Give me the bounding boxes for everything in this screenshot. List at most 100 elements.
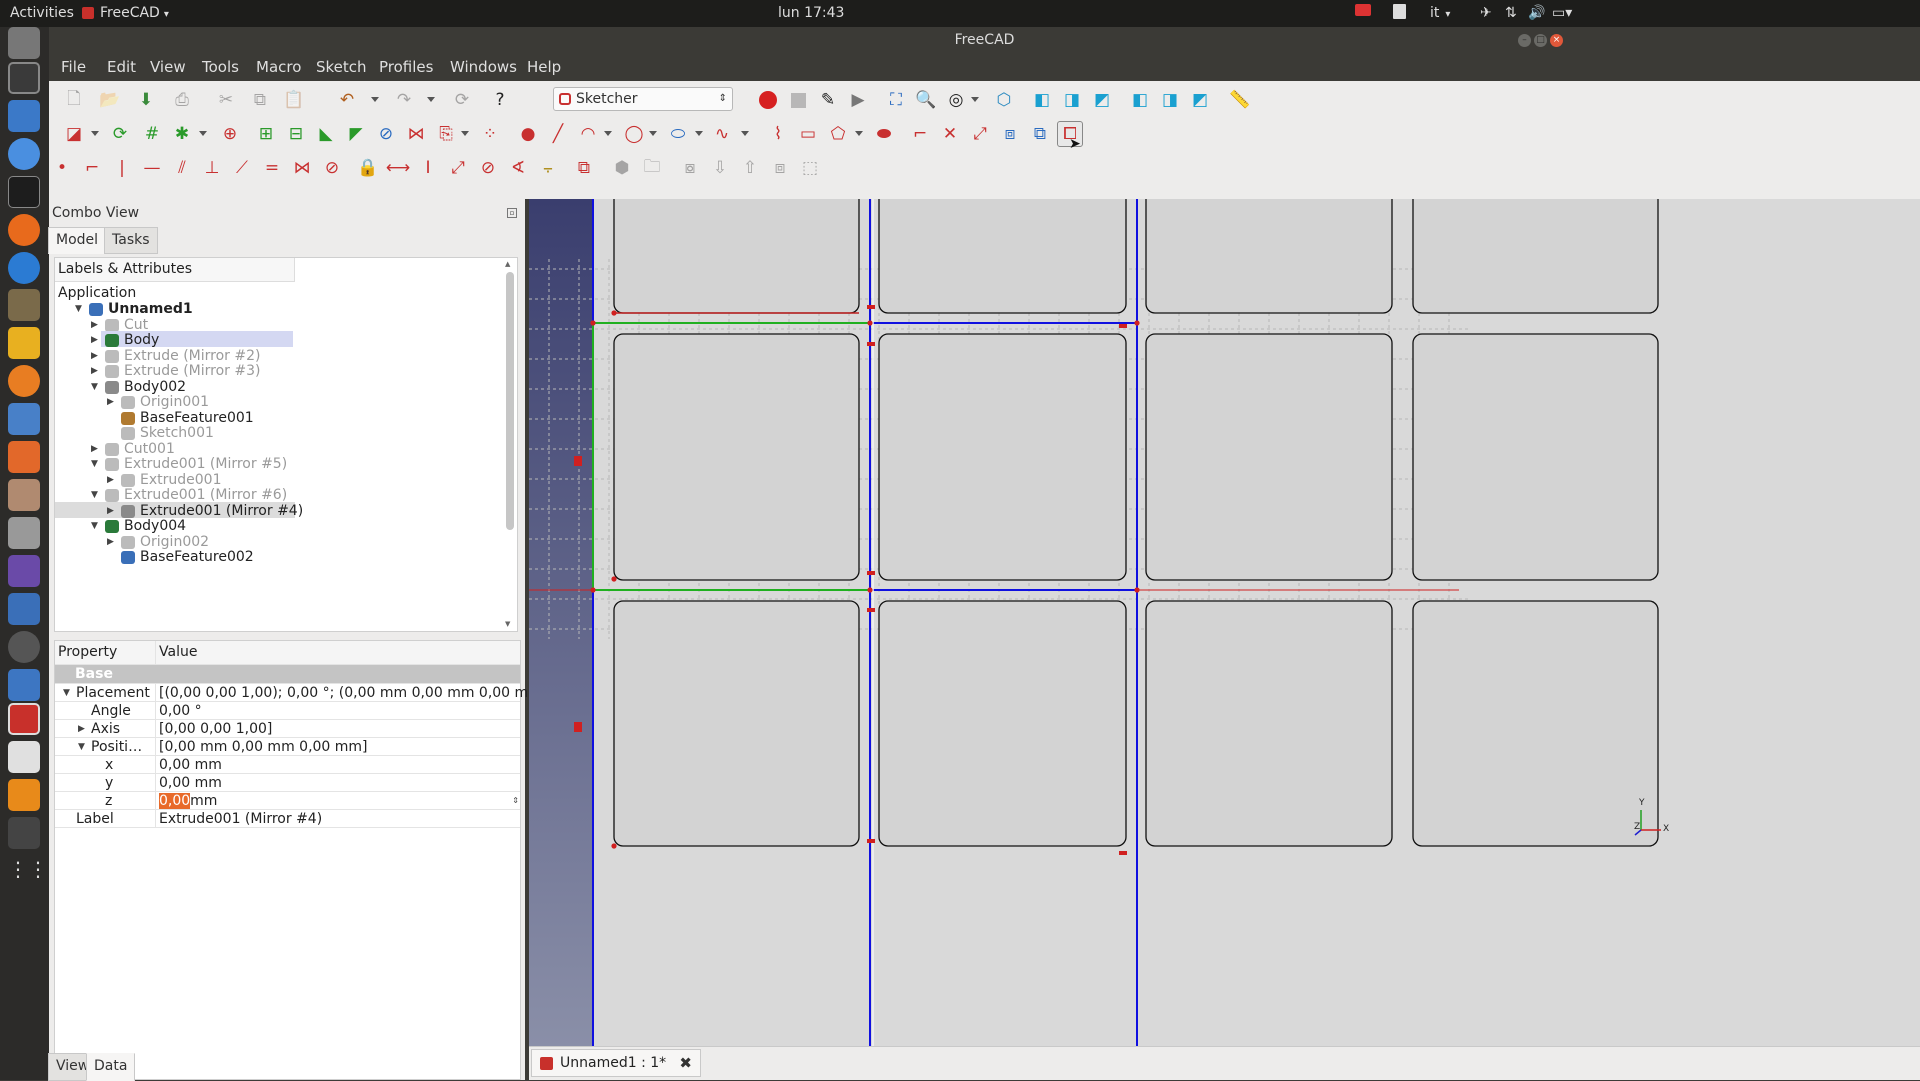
property-value[interactable]: [(0,00 0,00 1,00); 0,00 °; (0,00 mm 0,00… bbox=[159, 684, 553, 702]
extend-icon[interactable]: ⤢ bbox=[967, 121, 993, 147]
battery-icon[interactable]: ▭▾ bbox=[1552, 5, 1572, 21]
volume-icon[interactable]: 🔊 bbox=[1528, 5, 1545, 21]
draw-style-icon[interactable]: ◎ bbox=[943, 87, 969, 113]
sketch-canvas[interactable] bbox=[529, 199, 1920, 1046]
constrain-vertical-icon[interactable]: | bbox=[109, 155, 135, 181]
airplane-mode-icon[interactable]: ✈ bbox=[1480, 5, 1492, 21]
property-row[interactable]: x 0,00 mm bbox=[55, 756, 520, 774]
expand-closed-icon[interactable]: ▶ bbox=[78, 720, 85, 738]
draw-style-dropdown-icon[interactable] bbox=[971, 97, 979, 102]
whats-this-icon[interactable]: ? bbox=[487, 87, 513, 113]
toggle-driving-icon[interactable]: ⧉ bbox=[571, 155, 597, 181]
print-icon[interactable]: ⎙ bbox=[169, 87, 195, 113]
camera-app-icon[interactable] bbox=[8, 517, 40, 549]
tab-model[interactable]: Model bbox=[48, 227, 107, 254]
tree-column-header[interactable]: Labels & Attributes bbox=[55, 258, 295, 282]
polyline-icon[interactable]: ⌇ bbox=[765, 121, 791, 147]
property-value[interactable]: [0,00 0,00 1,00] bbox=[159, 720, 272, 738]
firefox-app-icon[interactable] bbox=[8, 214, 40, 246]
export-icon[interactable]: ⇧ bbox=[737, 155, 763, 181]
show-hide-geometry-icon[interactable]: ⊘ bbox=[373, 121, 399, 147]
measure-icon[interactable]: 📏 bbox=[1227, 87, 1253, 113]
camera-indicator-icon[interactable] bbox=[1355, 4, 1371, 20]
window-titlebar[interactable]: FreeCAD – □ × bbox=[49, 27, 1920, 54]
property-row[interactable]: Label Extrude001 (Mirror #4) bbox=[55, 810, 520, 828]
constrain-angle-icon[interactable]: ∢ bbox=[505, 155, 531, 181]
vlc-app-icon[interactable] bbox=[8, 779, 40, 811]
fit-all-icon[interactable]: ⛶ bbox=[883, 87, 909, 113]
constrain-tangent-icon[interactable]: ⟋ bbox=[229, 155, 255, 181]
validate-dropdown-icon[interactable] bbox=[199, 131, 207, 136]
cut-icon[interactable]: ✂ bbox=[213, 87, 239, 113]
constrain-parallel-icon[interactable]: ⫽ bbox=[169, 155, 195, 181]
property-row[interactable]: Angle 0,00 ° bbox=[55, 702, 520, 720]
top-view-icon[interactable]: ◨ bbox=[1059, 87, 1085, 113]
tab-tasks[interactable]: Tasks bbox=[104, 227, 158, 254]
menu-profiles[interactable]: Profiles bbox=[379, 58, 433, 76]
maximize-icon[interactable]: □ bbox=[1534, 34, 1547, 47]
property-column-header[interactable]: Property bbox=[58, 641, 117, 663]
value-column-header[interactable]: Value bbox=[159, 641, 197, 663]
constrain-block-icon[interactable]: ⊘ bbox=[319, 155, 345, 181]
circle-dropdown-icon[interactable] bbox=[649, 131, 657, 136]
tree-item[interactable]: BaseFeature002 bbox=[55, 548, 485, 567]
property-value[interactable]: 0,00 mm bbox=[159, 774, 222, 792]
constrain-coincident-icon[interactable]: • bbox=[49, 155, 75, 181]
drive-icon[interactable] bbox=[8, 62, 40, 94]
validate-sketch-icon[interactable]: ✱ bbox=[169, 121, 195, 147]
workbench-tool-1-icon[interactable]: ⧇ bbox=[677, 155, 703, 181]
menu-windows[interactable]: Windows bbox=[450, 58, 517, 76]
menu-edit[interactable]: Edit bbox=[107, 58, 136, 76]
macro-run-icon[interactable]: ▶ bbox=[845, 87, 871, 113]
macro-edit-icon[interactable]: ✎ bbox=[815, 87, 841, 113]
import-icon[interactable]: ⇩ bbox=[707, 155, 733, 181]
workbench-selector[interactable]: Sketcher ⇕ bbox=[553, 87, 733, 111]
isometric-view-icon[interactable]: ⬡ bbox=[991, 87, 1017, 113]
constrain-lock-icon[interactable]: 🔒 bbox=[355, 155, 381, 181]
property-value[interactable]: [0,00 mm 0,00 mm 0,00 mm] bbox=[159, 738, 368, 756]
expand-open-icon[interactable]: ▼ bbox=[78, 738, 85, 756]
scroll-up-icon[interactable]: ▲ bbox=[505, 260, 510, 268]
gimp-app-icon[interactable] bbox=[8, 289, 40, 321]
show-apps-icon[interactable]: ⋮⋮ bbox=[8, 853, 48, 885]
save-icon[interactable]: ⬇ bbox=[133, 87, 159, 113]
clone-icon[interactable]: ⎘ bbox=[433, 121, 459, 147]
bspline-icon[interactable]: ∿ bbox=[709, 121, 735, 147]
minimize-icon[interactable]: – bbox=[1518, 34, 1531, 47]
constrain-equal-icon[interactable]: = bbox=[259, 155, 285, 181]
blender-app-icon[interactable] bbox=[8, 365, 40, 397]
left-view-icon[interactable]: ◩ bbox=[1187, 87, 1213, 113]
eye-app-icon[interactable] bbox=[8, 631, 40, 663]
software-center-icon[interactable] bbox=[8, 441, 40, 473]
redo-icon[interactable]: ↷ bbox=[391, 87, 417, 113]
arc-icon[interactable]: ◠ bbox=[575, 121, 601, 147]
workbench-tool-3-icon[interactable]: ⬚ bbox=[797, 155, 823, 181]
undock-icon[interactable]: ▫ bbox=[507, 208, 517, 218]
settings-app-icon[interactable] bbox=[8, 479, 40, 511]
constrain-vertical-distance-icon[interactable]: I bbox=[415, 155, 441, 181]
close-tab-icon[interactable]: ✖ bbox=[679, 1050, 692, 1076]
open-folder-icon[interactable]: 🗀 bbox=[639, 155, 665, 181]
select-origin-icon[interactable]: ⊟ bbox=[283, 121, 309, 147]
activities-button[interactable]: Activities bbox=[10, 5, 74, 21]
property-value[interactable]: 0,00 ° bbox=[159, 702, 202, 720]
property-value[interactable]: Extrude001 (Mirror #4) bbox=[159, 810, 322, 828]
transfer-app-icon[interactable] bbox=[8, 593, 40, 625]
app-menu[interactable]: FreeCAD ▾ bbox=[82, 5, 169, 21]
menu-tools[interactable]: Tools bbox=[202, 58, 239, 76]
constrain-distance-icon[interactable]: ⤢ bbox=[445, 155, 471, 181]
circle-icon[interactable]: ◯ bbox=[621, 121, 647, 147]
macro-stop-icon[interactable] bbox=[785, 87, 811, 113]
files-app-icon[interactable] bbox=[8, 27, 40, 59]
tree-scrollbar[interactable]: ▲ ▼ bbox=[503, 260, 516, 628]
select-constraints-icon[interactable]: ⊞ bbox=[253, 121, 279, 147]
property-row[interactable]: y 0,00 mm bbox=[55, 774, 520, 792]
refresh-icon[interactable]: ⟳ bbox=[449, 87, 475, 113]
rectangular-array-icon[interactable]: ⁘ bbox=[477, 121, 503, 147]
select-horizontal-axis-icon[interactable]: ◤ bbox=[343, 121, 369, 147]
terminal-app-icon[interactable] bbox=[8, 176, 40, 208]
3d-viewport[interactable]: Y Z X bbox=[529, 199, 1920, 1046]
rear-view-icon[interactable]: ◧ bbox=[1127, 87, 1153, 113]
front-view-icon[interactable]: ◧ bbox=[1029, 87, 1055, 113]
menu-macro[interactable]: Macro bbox=[256, 58, 301, 76]
